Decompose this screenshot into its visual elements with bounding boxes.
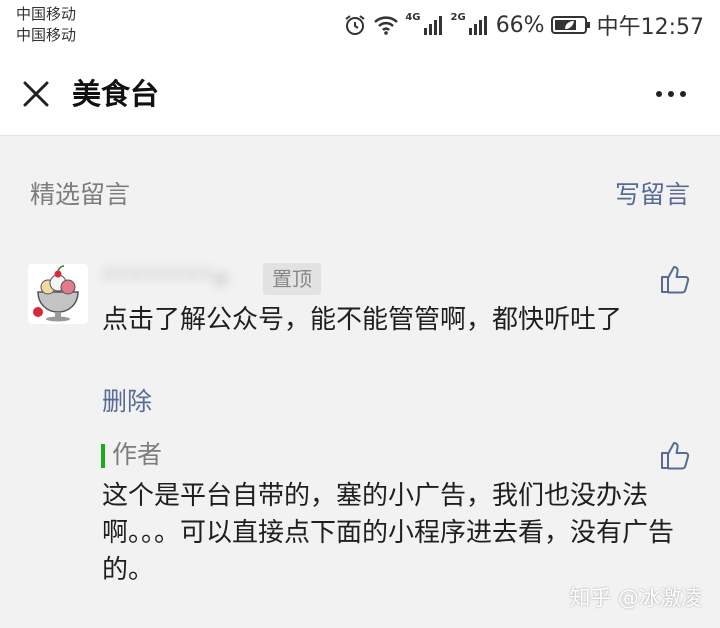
- signal-icon: [423, 14, 445, 36]
- delete-comment-link[interactable]: 删除: [102, 385, 152, 419]
- more-icon: [656, 91, 662, 97]
- battery-level: 66%: [495, 12, 545, 38]
- author-label: 作者: [112, 440, 163, 469]
- close-button[interactable]: [18, 76, 54, 112]
- clock-time: 中午12:57: [596, 15, 704, 40]
- more-icon: [668, 91, 674, 97]
- status-icons: 4G 2G 66% 中午12:57: [343, 10, 704, 40]
- carrier-label-1: 中国移动: [16, 5, 77, 23]
- alarm-icon: [343, 13, 367, 37]
- status-bar: 中国移动 中国移动 4G 2G 66% 中午12:57: [0, 0, 720, 52]
- app-header: 美食台: [0, 52, 720, 136]
- battery-icon: [550, 14, 591, 36]
- network-label-1: 4G: [405, 11, 421, 23]
- write-comment-link[interactable]: 写留言: [615, 178, 690, 212]
- watermark: 知乎 @冰激凌: [569, 586, 702, 610]
- author-reply-marker: [101, 444, 105, 468]
- close-icon: [23, 81, 49, 107]
- reply-like-button[interactable]: [660, 440, 690, 470]
- carrier-label-2: 中国移动: [16, 26, 77, 44]
- more-button[interactable]: [656, 86, 696, 102]
- comment-username[interactable]: ********e: [102, 263, 258, 293]
- pinned-badge: 置顶: [263, 263, 321, 295]
- more-icon: [680, 91, 686, 97]
- network-label-2: 2G: [450, 11, 466, 23]
- comment-text: 点击了解公众号，能不能管管啊，都快听吐了: [102, 305, 623, 335]
- thumbs-up-icon: [661, 266, 690, 294]
- author-reply-text: 这个是平台自带的，塞的小广告，我们也没办法啊。。。可以直接点下面的小程序进去看，…: [102, 481, 675, 585]
- comment-like-button[interactable]: [660, 264, 690, 294]
- section-title: 精选留言: [30, 180, 131, 209]
- page-title: 美食台: [72, 77, 160, 111]
- signal-icon: [468, 14, 490, 36]
- avatar[interactable]: [28, 264, 88, 324]
- wifi-icon: [373, 14, 399, 36]
- avatar-image: [28, 264, 88, 324]
- thumbs-up-icon: [661, 442, 690, 470]
